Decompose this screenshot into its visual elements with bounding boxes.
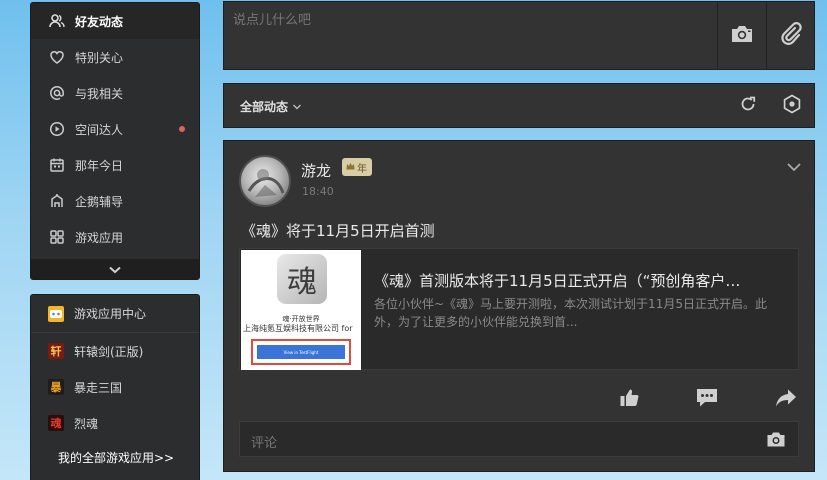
comment-icon [696,388,718,412]
refresh-button[interactable] [738,96,758,116]
member-badge[interactable]: 年 [342,158,372,176]
at-icon [48,84,66,102]
game-label: 轩辕剑(正版) [74,344,144,359]
sidebar-item-label: 企鹅辅导 [75,194,124,209]
game-baozou-icon: 暴 [48,379,64,395]
post-time: 18:40 [302,185,334,198]
share-arrow-icon [775,388,797,412]
sidebar-item-special-care[interactable]: 特别关心 [31,39,199,75]
game-item-xuanyuan[interactable]: 轩 轩辕剑(正版) [31,333,199,369]
post-menu-button[interactable] [786,157,802,176]
game-liehun-icon: 魂 [48,415,64,431]
sidebar-item-label: 好友动态 [75,14,124,29]
sidebar-item-mentions[interactable]: 与我相关 [31,75,199,111]
heart-icon [48,48,66,66]
app-logo: 魂 [277,254,327,304]
play-circle-icon [48,120,66,138]
expand-sidebar-button[interactable] [31,259,199,279]
paperclip-icon [779,22,803,50]
thumbs-up-icon [619,388,639,412]
like-button[interactable] [618,389,640,411]
shared-link-card[interactable]: 魂 魂·开放世界 上海纯氪互娱科技有限公司 for View in TestFl… [239,248,799,370]
attach-button[interactable] [766,2,815,70]
thumb-highlight: View in TestFlight [251,339,351,365]
feed-settings-button[interactable] [782,94,802,118]
sidebar-item-tutoring[interactable]: 企鹅辅导 [31,183,199,219]
share-description: 各位小伙伴~《魂》马上要开测啦，本次测试计划于11月5日正式开启。此外，为了让更… [374,297,767,329]
nav-panel: 好友动态 特别关心 与我相关 空间达人 那年今日 企鹅辅导 游戏应用 [30,2,200,280]
sidebar-item-label: 特别关心 [75,50,124,65]
comment-input[interactable]: 评论 [239,421,799,457]
chevron-down-icon [108,260,122,279]
thumb-testflight-button: View in TestFlight [257,345,345,359]
chevron-down-icon [292,100,302,114]
add-photo-button[interactable] [717,2,766,70]
grid-icon [48,228,66,246]
comment-placeholder: 评论 [251,436,278,451]
sidebar-item-friends-feed[interactable]: 好友动态 [31,3,199,39]
game-center-icon [48,305,64,322]
game-label: 暴走三国 [74,380,123,395]
feed-filter-label: 全部动态 [240,100,289,114]
post-author[interactable]: 游龙 [301,160,331,181]
game-center-label: 游戏应用中心 [74,307,147,321]
badge-text: 年 [357,163,367,175]
sidebar-item-games[interactable]: 游戏应用 [31,219,199,255]
comment-button[interactable] [696,389,718,411]
sidebar-item-this-day[interactable]: 那年今日 [31,147,199,183]
sidebar-item-label: 空间达人 [75,122,124,137]
post-text: 《魂》将于11月5日开启首测 [241,222,435,240]
game-item-baozou[interactable]: 暴 暴走三国 [31,369,199,405]
game-label: 烈魂 [74,416,99,431]
feed-filter-bar: 全部动态 [223,83,815,128]
camera-icon [730,24,754,48]
all-games-link[interactable]: 我的全部游戏应用>> [31,449,199,466]
game-xuanyuan-icon: 轩 [48,343,64,359]
settings-icon [782,94,802,118]
thumb-company: 上海纯氪互娱科技有限公司 for [243,324,353,333]
chevron-down-icon [786,157,802,176]
friends-icon [48,12,66,30]
sidebar-item-space-talent[interactable]: 空间达人 [31,111,199,147]
game-center-link[interactable]: 游戏应用中心 [31,295,199,333]
share-thumbnail: 魂 魂·开放世界 上海纯氪互娱科技有限公司 for View in TestFl… [241,250,361,370]
game-item-liehun[interactable]: 魂 烈魂 [31,405,199,441]
share-title: 《魂》首测版本将于11月5日正式开启（“预创角客户… [374,272,741,290]
feed-filter-dropdown[interactable]: 全部动态 [240,98,302,115]
camera-icon [766,432,786,452]
calendar-icon [48,156,66,174]
share-button[interactable] [775,389,797,411]
sidebar-item-label: 那年今日 [75,158,124,173]
sidebar-item-label: 与我相关 [75,86,124,101]
status-composer[interactable]: 说点儿什么吧 [223,1,815,70]
building-icon [48,192,66,210]
sidebar-item-label: 游戏应用 [75,230,124,245]
crown-icon [346,162,355,173]
composer-placeholder: 说点儿什么吧 [233,13,312,28]
avatar[interactable] [239,155,291,207]
comment-photo-button[interactable] [766,431,786,452]
game-center-panel: 游戏应用中心 轩 轩辕剑(正版) 暴 暴走三国 魂 烈魂 我的全部游戏应用>> [30,294,200,480]
notification-dot [179,126,185,132]
feed-post-card: 游龙 年 18:40 《魂》将于11月5日开启首测 魂 魂·开放世界 上海纯氪互… [223,140,815,472]
refresh-icon [739,95,757,117]
